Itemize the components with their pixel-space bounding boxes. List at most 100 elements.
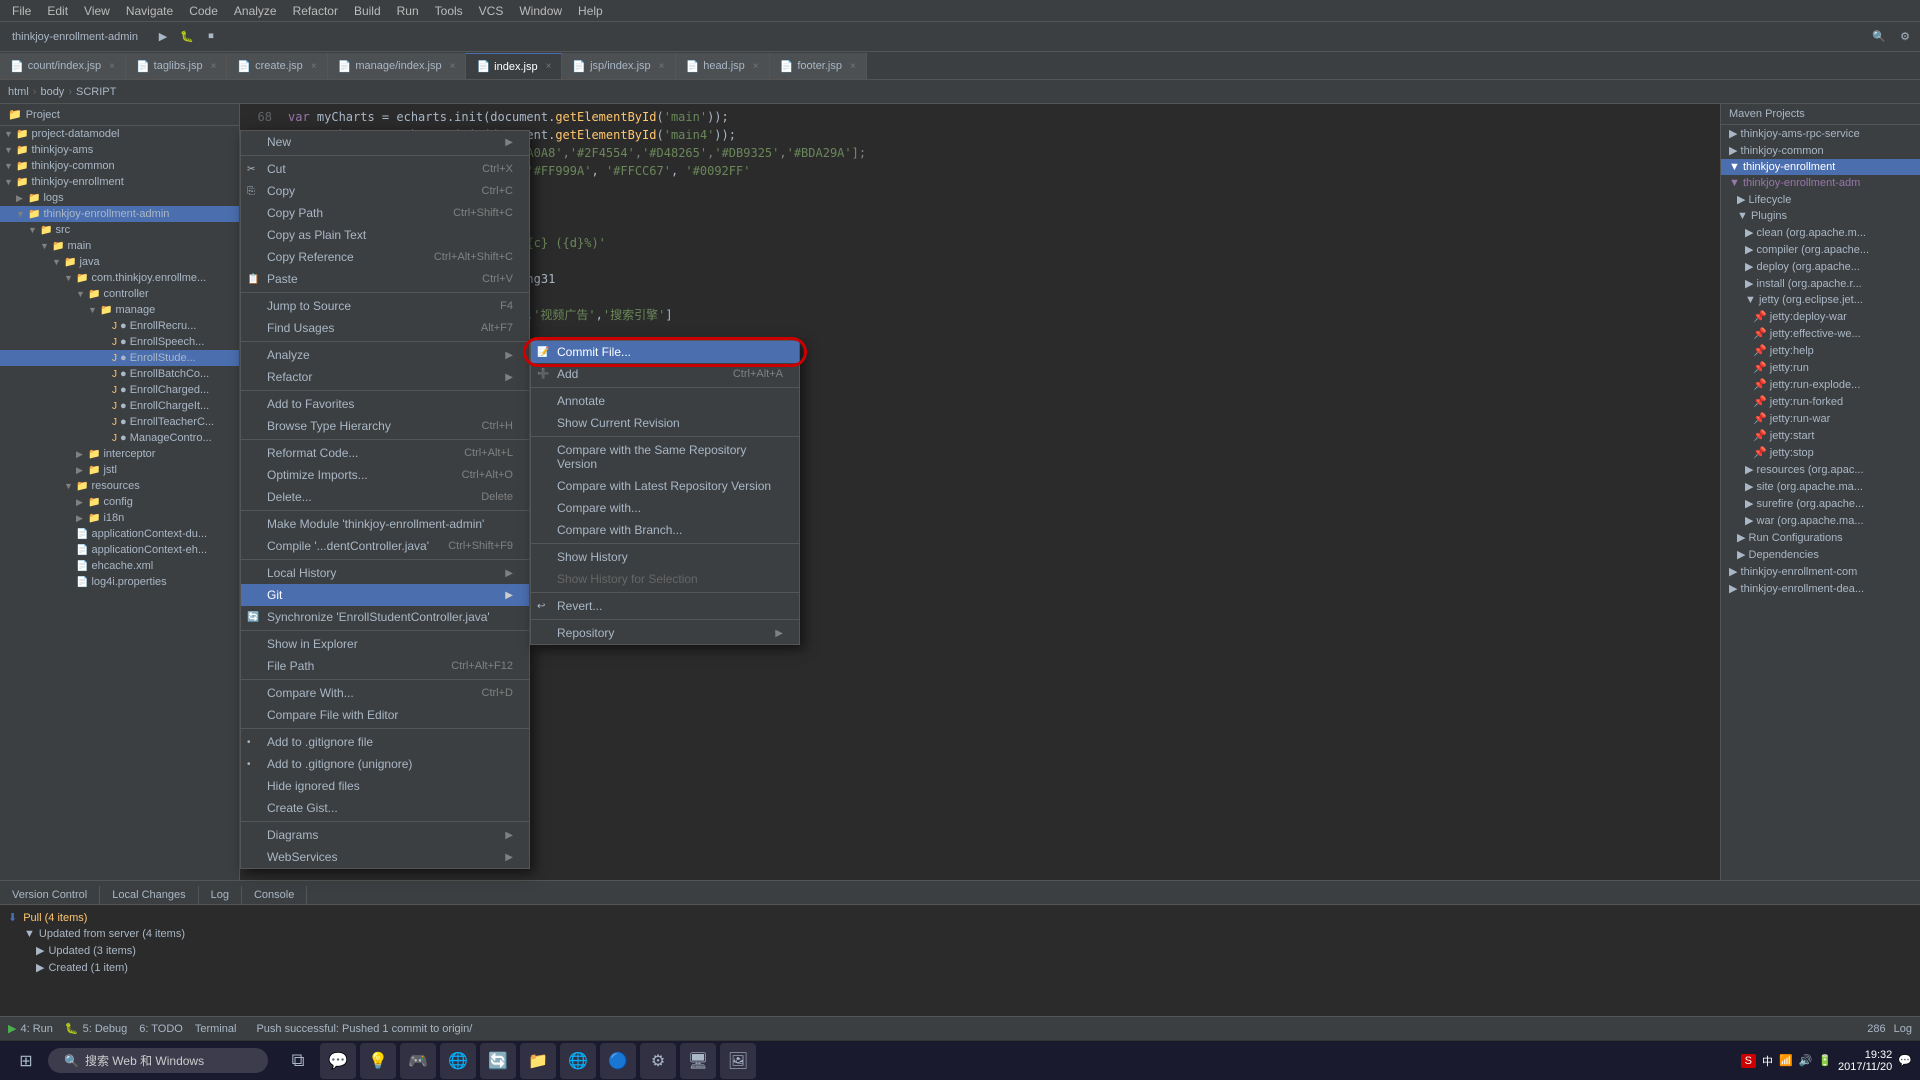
git-commit-file[interactable]: 📝 Commit File... [531, 341, 799, 363]
git-show-history[interactable]: Show History [531, 546, 799, 568]
tree-item[interactable]: ▼ 📁 src [0, 222, 239, 238]
ctx-optimize[interactable]: Optimize Imports... Ctrl+Alt+O [241, 464, 529, 486]
tree-item-enrollrecru[interactable]: ▶ J ● EnrollRecru... [0, 318, 239, 334]
menu-run[interactable]: Run [389, 2, 427, 20]
taskbar-search[interactable]: 🔍 搜索 Web 和 Windows [48, 1048, 268, 1073]
app-refresh[interactable]: 🔄 [480, 1043, 516, 1079]
git-compare-branch[interactable]: Compare with Branch... [531, 519, 799, 541]
menu-analyze[interactable]: Analyze [226, 2, 285, 20]
app-ie[interactable]: 🔵 [600, 1043, 636, 1079]
menu-window[interactable]: Window [511, 2, 570, 20]
tree-item-enrollteacher[interactable]: ▶ J ● EnrollTeacherC... [0, 414, 239, 430]
maven-item[interactable]: ▶ thinkjoy-ams-rpc-service [1721, 125, 1920, 142]
tab-create[interactable]: 📄 create.jsp × [227, 53, 327, 79]
maven-item-run[interactable]: 📌 jetty:run [1721, 359, 1920, 376]
ctx-hide-ignored[interactable]: Hide ignored files [241, 775, 529, 797]
maven-item-run-war[interactable]: 📌 jetty:run-war [1721, 410, 1920, 427]
tab-close-icon[interactable]: × [311, 61, 317, 72]
maven-item-enrollment-dea[interactable]: ▶ thinkjoy-enrollment-dea... [1721, 580, 1920, 597]
tree-item-enrollchargeit[interactable]: ▶ J ● EnrollChargeIt... [0, 398, 239, 414]
app-photos[interactable]: 🖼 [720, 1043, 756, 1079]
menu-vcs[interactable]: VCS [471, 2, 512, 20]
tree-item[interactable]: ▼ 📁 project-datamodel [0, 126, 239, 142]
tree-item-appcontext[interactable]: 📄 applicationContext-du... [0, 526, 239, 542]
tree-item-enrollbatch[interactable]: ▶ J ● EnrollBatchCo... [0, 366, 239, 382]
maven-item-enrollment-com[interactable]: ▶ thinkjoy-enrollment-com [1721, 563, 1920, 580]
run-button[interactable]: ▶ [152, 26, 174, 48]
tree-item[interactable]: ▼ 📁 thinkjoy-ams [0, 142, 239, 158]
tab-local-changes[interactable]: Local Changes [100, 886, 198, 904]
tab-manage-index[interactable]: 📄 manage/index.jsp × [328, 53, 467, 79]
tab-count-index[interactable]: 📄 count/index.jsp × [0, 53, 126, 79]
tree-item-jstl[interactable]: ▶ 📁 jstl [0, 462, 239, 478]
notifications-icon[interactable]: 💬 [1898, 1054, 1912, 1067]
git-annotate[interactable]: Annotate [531, 390, 799, 412]
ctx-copy[interactable]: ⎘ Copy Ctrl+C [241, 180, 529, 202]
ctx-jump-to-source[interactable]: Jump to Source F4 [241, 295, 529, 317]
git-repository[interactable]: Repository ▶ [531, 622, 799, 644]
maven-item-jetty[interactable]: ▼ jetty (org.eclipse.jet... [1721, 292, 1920, 308]
menu-help[interactable]: Help [570, 2, 611, 20]
git-compare-with[interactable]: Compare with... [531, 497, 799, 519]
maven-item-run-forked[interactable]: 📌 jetty:run-forked [1721, 393, 1920, 410]
app-chrome[interactable]: 🌐 [560, 1043, 596, 1079]
maven-item-compiler[interactable]: ▶ compiler (org.apache... [1721, 241, 1920, 258]
git-show-current[interactable]: Show Current Revision [531, 412, 799, 434]
search-button[interactable]: 🔍 [1868, 26, 1890, 48]
tree-item[interactable]: ▶ 📁 logs [0, 190, 239, 206]
ctx-add-unignore[interactable]: • Add to .gitignore (unignore) [241, 753, 529, 775]
breadcrumb-html[interactable]: html [8, 86, 29, 98]
tab-close-icon[interactable]: × [850, 61, 856, 72]
tree-item[interactable]: ▼ 📁 com.thinkjoy.enrollme... [0, 270, 239, 286]
ctx-paste[interactable]: 📋 Paste Ctrl+V [241, 268, 529, 290]
tree-item-thinkjoy-enrollment[interactable]: ▼ 📁 thinkjoy-enrollment [0, 174, 239, 190]
maven-item-deploy[interactable]: ▶ deploy (org.apache... [1721, 258, 1920, 275]
maven-item-dependencies[interactable]: ▶ Dependencies [1721, 546, 1920, 563]
ctx-compare-editor[interactable]: Compare File with Editor [241, 704, 529, 726]
tree-item-enrollchargede[interactable]: ▶ J ● EnrollCharged... [0, 382, 239, 398]
ctx-local-history[interactable]: Local History ▶ [241, 562, 529, 584]
ctx-copy-path[interactable]: Copy Path Ctrl+Shift+C [241, 202, 529, 224]
git-compare-latest[interactable]: Compare with Latest Repository Version [531, 475, 799, 497]
tree-item-log4i[interactable]: 📄 log4i.properties [0, 574, 239, 590]
tree-item-appcontext2[interactable]: 📄 applicationContext-eh... [0, 542, 239, 558]
maven-item-stop[interactable]: 📌 jetty:stop [1721, 444, 1920, 461]
breadcrumb-body[interactable]: body [40, 86, 64, 98]
tree-item-ehcache[interactable]: 📄 ehcache.xml [0, 558, 239, 574]
maven-item-run-exploded[interactable]: 📌 jetty:run-explode... [1721, 376, 1920, 393]
ctx-make-module[interactable]: Make Module 'thinkjoy-enrollment-admin' [241, 513, 529, 535]
ctx-analyze[interactable]: Analyze ▶ [241, 344, 529, 366]
start-button[interactable]: ⊞ [8, 1043, 44, 1079]
taskview-button[interactable]: ⧉ [280, 1043, 316, 1079]
ctx-synchronize[interactable]: 🔄 Synchronize 'EnrollStudentController.j… [241, 606, 529, 628]
tab-index-active[interactable]: 📄 index.jsp × [466, 53, 562, 79]
git-revert[interactable]: ↩ Revert... [531, 595, 799, 617]
git-compare-same[interactable]: Compare with the Same Repository Version [531, 439, 799, 475]
ctx-webservices[interactable]: WebServices ▶ [241, 846, 529, 868]
stop-button[interactable]: ⏹ [200, 26, 222, 48]
maven-item-enrollment[interactable]: ▼ thinkjoy-enrollment [1721, 159, 1920, 175]
maven-item-lifecycle[interactable]: ▶ Lifecycle [1721, 191, 1920, 208]
tree-item-enrollment-admin[interactable]: ▼ 📁 thinkjoy-enrollment-admin [0, 206, 239, 222]
tab-console[interactable]: Console [242, 886, 307, 904]
clock[interactable]: 19:32 2017/11/20 [1838, 1049, 1892, 1073]
ctx-compile[interactable]: Compile '...dentController.java' Ctrl+Sh… [241, 535, 529, 557]
tab-version-control[interactable]: Version Control [0, 886, 100, 904]
tree-item-interceptor[interactable]: ▶ 📁 interceptor [0, 446, 239, 462]
created-sub[interactable]: ▶ Created (1 item) [8, 959, 1912, 976]
tab-close-icon[interactable]: × [546, 61, 552, 72]
ctx-add-gitignore[interactable]: • Add to .gitignore file [241, 731, 529, 753]
tree-item-enrollstude[interactable]: ▶ J ● EnrollStude... [0, 350, 239, 366]
menu-build[interactable]: Build [346, 2, 389, 20]
maven-item-war[interactable]: ▶ war (org.apache.ma... [1721, 512, 1920, 529]
tab-close-icon[interactable]: × [659, 61, 665, 72]
tree-item-config[interactable]: ▶ 📁 config [0, 494, 239, 510]
menu-tools[interactable]: Tools [427, 2, 471, 20]
todo-status[interactable]: 6: TODO [139, 1023, 183, 1035]
ctx-copy-plain[interactable]: Copy as Plain Text [241, 224, 529, 246]
maven-item-effective[interactable]: 📌 jetty:effective-we... [1721, 325, 1920, 342]
run-status[interactable]: ▶ 4: Run [8, 1022, 53, 1035]
maven-item-install[interactable]: ▶ install (org.apache.r... [1721, 275, 1920, 292]
tab-close-icon[interactable]: × [109, 61, 115, 72]
ctx-new[interactable]: New ▶ [241, 131, 529, 153]
